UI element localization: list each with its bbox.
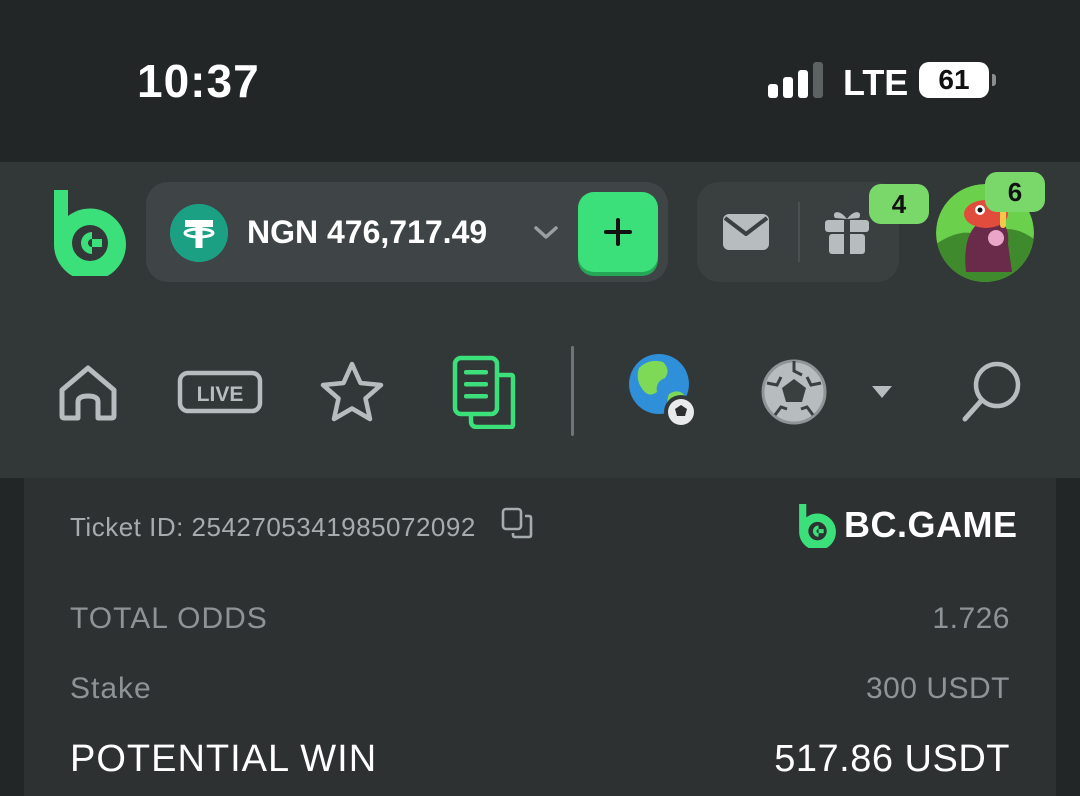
nav-world-football[interactable] — [624, 342, 704, 442]
nav-favorites[interactable] — [314, 342, 390, 442]
bet-ticket: Ticket ID: 2542705341985072092 BC.GAME T… — [24, 478, 1056, 796]
total-odds-label: TOTAL ODDS — [70, 602, 268, 635]
stake-label: Stake — [70, 672, 152, 705]
potential-win-label: POTENTIAL WIN — [70, 738, 378, 780]
network-type: LTE — [843, 62, 909, 103]
nav-home[interactable] — [50, 342, 126, 442]
search-icon — [962, 361, 1021, 422]
app-header: NGN 476,717.49 4 6 LIVE — [0, 162, 1080, 478]
brand-name: BC.GAME — [844, 504, 1018, 545]
total-odds-value: 1.726 — [932, 602, 1010, 635]
globe-soccer-icon — [629, 354, 698, 429]
sports-nav: LIVE — [0, 342, 1080, 442]
ticket-id: Ticket ID: 2542705341985072092 — [70, 512, 476, 542]
deposit-button[interactable] — [578, 192, 658, 272]
nav-search[interactable] — [956, 342, 1028, 442]
bc-game-logo-icon[interactable] — [48, 186, 126, 276]
wallet-balance-amount: NGN 476,717.49 — [247, 214, 488, 250]
mail-icon[interactable] — [721, 212, 771, 252]
chevron-down-icon[interactable] — [532, 220, 560, 244]
soccer-ball-icon — [761, 359, 827, 425]
brand-logo: BC.GAME — [796, 500, 1018, 550]
gift-icon[interactable] — [821, 204, 873, 256]
nav-separator — [571, 346, 574, 436]
status-time: 10:37 — [137, 55, 260, 107]
nav-betslip[interactable] — [448, 342, 520, 442]
nav-live[interactable]: LIVE — [176, 342, 264, 442]
wallet-balance[interactable]: NGN 476,717.49 — [146, 182, 668, 282]
signal-icon — [768, 62, 823, 98]
svg-text:LIVE: LIVE — [197, 383, 244, 406]
gift-count-badge: 4 — [869, 184, 929, 224]
battery-indicator: 61 — [919, 62, 996, 98]
dropdown-icon — [872, 386, 892, 398]
notification-count-badge: 6 — [985, 172, 1045, 212]
stake-value: 300 USDT — [865, 672, 1010, 705]
live-icon: LIVE — [177, 370, 263, 414]
plus-icon — [604, 218, 632, 246]
betslip-icon — [452, 355, 516, 429]
nav-sport-dropdown[interactable] — [864, 342, 900, 442]
bc-game-logo-icon — [799, 504, 836, 548]
tether-icon — [170, 204, 228, 262]
divider — [798, 202, 800, 262]
star-icon — [320, 361, 384, 422]
home-icon — [59, 365, 117, 421]
copy-icon[interactable] — [500, 506, 534, 540]
potential-win-value: 517.86 USDT — [774, 738, 1010, 780]
status-bar: 10:37 LTE 61 — [0, 0, 1080, 162]
nav-soccer[interactable] — [758, 342, 830, 442]
